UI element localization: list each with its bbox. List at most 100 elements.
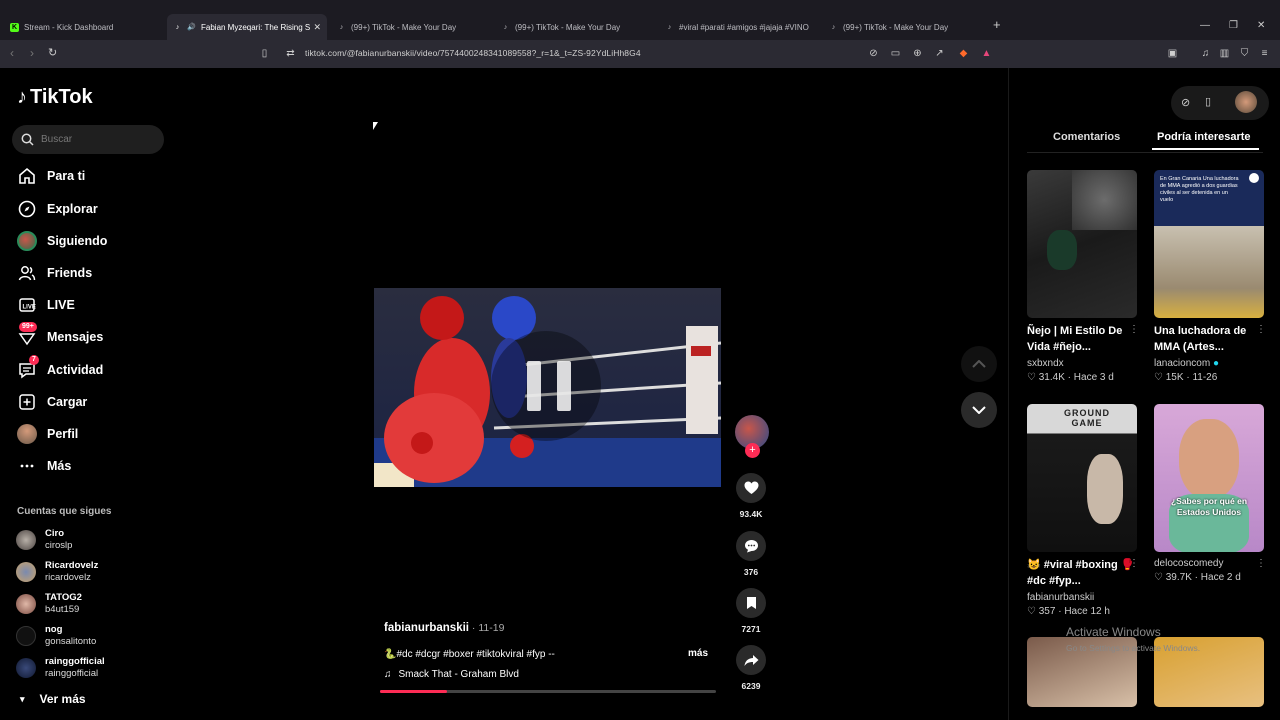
right-panel: ⊘ ▯ Comentarios Podría interesarte Ñejo … xyxy=(1008,68,1280,720)
recommended-video-card[interactable]: ¿Sabes por qué en Estados Unidos delocos… xyxy=(1154,404,1266,583)
window-close-icon[interactable]: ✕ xyxy=(1257,20,1265,31)
sidebar-item-actividad[interactable]: 7 Actividad xyxy=(17,355,103,380)
browser-tab[interactable]: ♪ (99+) TikTok - Make Your Day xyxy=(823,14,983,40)
video-music[interactable]: ♫ Smack That - Graham Blvd xyxy=(384,669,519,680)
reload-icon[interactable]: ↻ xyxy=(48,46,57,59)
comment-count: 376 xyxy=(743,567,759,577)
video-date: 11-19 xyxy=(478,622,505,634)
brave-shield-icon[interactable]: ◆ xyxy=(957,47,970,60)
friends-icon xyxy=(17,263,37,283)
follow-plus-icon[interactable]: + xyxy=(745,443,760,458)
avatar xyxy=(16,594,36,614)
following-avatar-icon xyxy=(17,231,37,251)
sidebar-item-perfil[interactable]: Perfil xyxy=(17,424,78,444)
device-icon[interactable]: ▯ xyxy=(1205,95,1211,108)
zoom-icon[interactable]: ⊕ xyxy=(911,47,924,60)
avatar xyxy=(16,530,36,550)
messages-icon: 99+ xyxy=(17,322,37,347)
save-button[interactable]: 7271 xyxy=(735,588,767,634)
video-hashtags[interactable]: 🐍#dc #dcgr #boxer #tiktokviral #fyp -- xyxy=(384,649,719,660)
followed-account[interactable]: nog gonsalitonto xyxy=(16,624,96,648)
recommended-video-card[interactable]: GROUND GAME 😺 #viral #boxing 🥊 #dc #fyp.… xyxy=(1027,404,1139,617)
search-icon xyxy=(21,133,34,146)
previous-video-button[interactable] xyxy=(961,346,997,382)
forward-icon[interactable]: › xyxy=(30,46,34,60)
tab-comentarios[interactable]: Comentarios xyxy=(1053,131,1120,143)
sidebar-item-para-ti[interactable]: Para ti xyxy=(17,166,85,186)
media-icon[interactable]: ♫ xyxy=(1199,47,1212,60)
video-author[interactable]: fabianurbanskii · 11-19 xyxy=(384,622,504,634)
browser-tab[interactable]: ♪ (99+) TikTok - Make Your Day xyxy=(495,14,655,40)
profile-avatar-icon xyxy=(17,424,37,444)
windows-watermark-subtitle: Go to Settings to activate Windows. xyxy=(1066,643,1201,653)
like-button[interactable]: 93.4K xyxy=(735,473,767,519)
recommended-video-card[interactable]: En Gran Canaria Una luchadora de MMA agr… xyxy=(1154,170,1266,383)
tiktok-logo[interactable]: ♪ TikTok xyxy=(17,86,93,109)
sidebar-item-siguiendo[interactable]: Siguiendo xyxy=(17,231,107,251)
video-caption: fabianurbanskii · 11-19 xyxy=(384,622,504,634)
explore-icon[interactable]: ⊘ xyxy=(1181,96,1190,109)
followed-account[interactable]: rainggofficial rainggofficial xyxy=(16,656,105,680)
site-info-icon[interactable]: ⇄ xyxy=(284,47,297,60)
minimize-icon[interactable]: — xyxy=(1200,20,1210,31)
music-note-icon: ♫ xyxy=(384,669,392,680)
maximize-icon[interactable]: ❐ xyxy=(1229,20,1238,31)
sidebar-item-mensajes[interactable]: 99+ Mensajes xyxy=(17,322,103,347)
sidebar-item-explorar[interactable]: Explorar xyxy=(17,199,98,219)
sidebar-item-live[interactable]: LIVE LIVE xyxy=(17,295,75,315)
card-more-icon[interactable]: ⋮ xyxy=(1129,324,1139,335)
like-count: 93.4K xyxy=(739,509,763,519)
share-count: 6239 xyxy=(741,681,761,691)
followed-account[interactable]: Ricardovelz ricardovelz xyxy=(16,560,98,584)
browser-tab[interactable]: ♪ (99+) TikTok - Make Your Day xyxy=(331,14,491,40)
close-tab-icon[interactable]: ✕ xyxy=(313,22,321,33)
activity-badge: 7 xyxy=(29,355,39,365)
tiktok-icon: ♪ xyxy=(339,23,344,31)
share-icon[interactable]: ↗ xyxy=(933,47,946,60)
rewards-icon[interactable]: ▲ xyxy=(980,47,993,60)
sidebar-item-mas[interactable]: Más xyxy=(17,456,71,476)
bookmark-icon[interactable]: ▯ xyxy=(258,47,271,60)
sidebar-item-cargar[interactable]: Cargar xyxy=(17,392,87,412)
tab-podria-interesarte[interactable]: Podría interesarte xyxy=(1152,131,1259,150)
more-caption-button[interactable]: más xyxy=(688,648,708,659)
back-icon[interactable]: ‹ xyxy=(10,46,14,60)
next-video-button[interactable] xyxy=(961,392,997,428)
recommended-video-card[interactable]: Ñejo | Mi Estilo De Vida #ñejo... sxbxnd… xyxy=(1027,170,1139,383)
followed-account[interactable]: Ciro ciroslp xyxy=(16,528,72,552)
new-tab-icon[interactable]: + xyxy=(993,17,1001,32)
mouse-cursor xyxy=(373,122,383,130)
vpn-icon[interactable]: ⛉ xyxy=(1238,47,1251,60)
share-button[interactable]: 6239 xyxy=(735,645,767,691)
more-icon xyxy=(17,456,37,476)
search-input[interactable]: Buscar xyxy=(12,125,164,154)
following-section-title: Cuentas que sigues xyxy=(17,506,112,517)
sidebar-item-friends[interactable]: Friends xyxy=(17,263,92,283)
card-more-icon[interactable]: ⋮ xyxy=(1256,558,1266,569)
browser-toolbar: ‹ › ↻ ▯ ⇄ tiktok.com/@fabianurbanskii/vi… xyxy=(0,40,1280,68)
browser-tab[interactable]: ♪ #viral #parati #amigos #jajaja #VINO xyxy=(659,14,819,40)
followed-account[interactable]: TATOG2 b4ut159 xyxy=(16,592,82,616)
comment-button[interactable]: 376 xyxy=(735,531,767,577)
video-progress-bar[interactable] xyxy=(380,690,716,693)
pause-icon[interactable] xyxy=(527,361,571,413)
video-progress-fill xyxy=(380,690,448,693)
browser-tab-active[interactable]: ♪ 🔊 Fabian Myzeqari: The Rising S ✕ xyxy=(167,14,327,40)
no-audio-icon[interactable]: ⊘ xyxy=(867,47,880,60)
heart-outline-icon: ♡ xyxy=(1027,606,1036,617)
tiktok-icon: ♪ xyxy=(503,23,508,31)
author-avatar-button[interactable]: + xyxy=(735,415,769,458)
see-more-button[interactable]: ▾ Ver más xyxy=(20,692,86,706)
speaker-icon: 🔊 xyxy=(187,24,196,31)
menu-icon[interactable]: ≡ xyxy=(1258,47,1271,60)
card-more-icon[interactable]: ⋮ xyxy=(1256,324,1266,335)
address-bar[interactable]: tiktok.com/@fabianurbanskii/video/757440… xyxy=(305,48,641,58)
heart-outline-icon: ♡ xyxy=(1154,572,1163,583)
user-avatar[interactable] xyxy=(1235,91,1257,113)
thumbnail-text: En Gran Canaria Una luchadora de MMA agr… xyxy=(1160,176,1239,203)
reading-list-icon[interactable]: ▥ xyxy=(1218,47,1231,60)
sidebar-toggle-icon[interactable]: ▣ xyxy=(1166,47,1179,60)
card-more-icon[interactable]: ⋮ xyxy=(1129,558,1139,569)
cast-icon[interactable]: ▭ xyxy=(889,47,902,60)
browser-tab[interactable]: K Stream - Kick Dashboard xyxy=(4,14,164,40)
